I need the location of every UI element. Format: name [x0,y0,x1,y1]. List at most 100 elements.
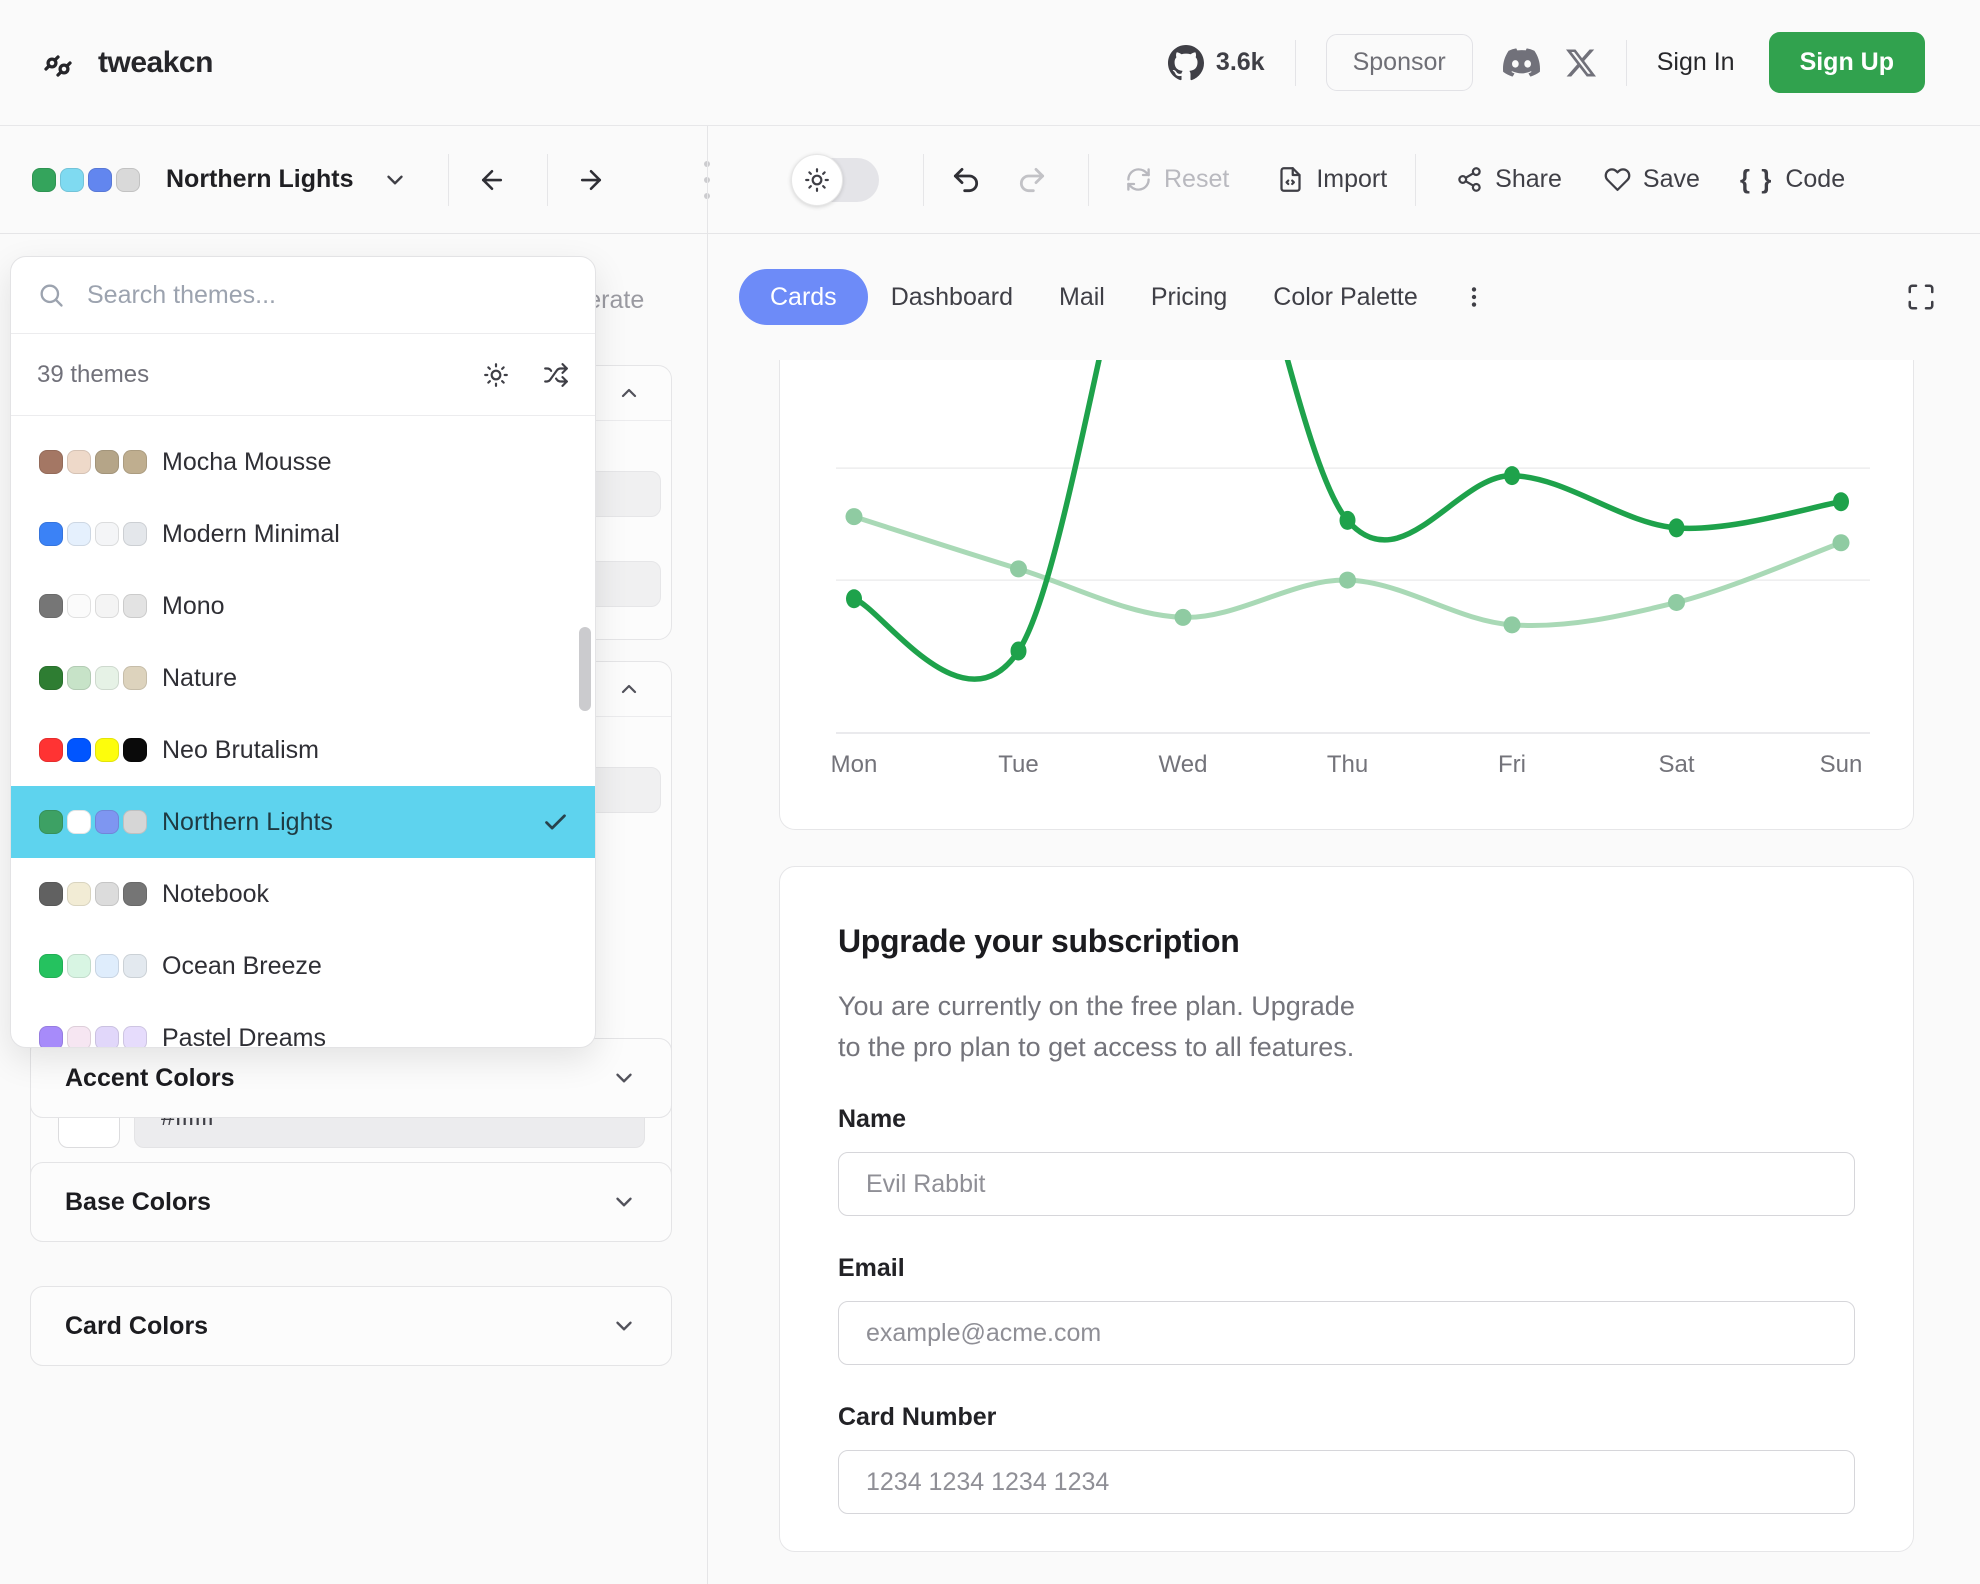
section-card-colors[interactable]: Card Colors [30,1286,672,1366]
redo-button[interactable] [1016,164,1048,196]
random-theme-button[interactable] [543,362,569,388]
x-twitter-button[interactable] [1566,48,1596,78]
upgrade-title: Upgrade your subscription [838,923,1855,960]
previous-theme-button[interactable] [477,165,507,195]
theme-option-label: Mocha Mousse [162,448,332,477]
upgrade-description: You are currently on the free plan. Upgr… [838,986,1855,1067]
theme-color-dot [32,168,56,192]
brand-logo[interactable]: tweakcn [40,45,213,81]
section-title: Base Colors [65,1188,211,1217]
theme-option-label: Ocean Breeze [162,952,322,981]
field-input-email[interactable] [838,1301,1855,1365]
theme-color-dot [60,168,84,192]
heart-icon [1604,166,1631,193]
upgrade-subscription-card: Upgrade your subscription You are curren… [779,866,1914,1552]
tab-color-palette[interactable]: Color Palette [1250,269,1441,325]
theme-selector-label[interactable]: Northern Lights [166,165,354,194]
header-separator [1626,40,1627,86]
next-theme-button[interactable] [576,165,606,195]
toolbar-separator [1088,154,1089,206]
search-icon [37,281,65,309]
theme-swatches [39,522,147,546]
braces-icon: { } [1740,164,1773,195]
arrow-right-icon [576,165,606,195]
theme-swatches [39,954,147,978]
theme-color-dot [88,168,112,192]
sign-in-button[interactable]: Sign In [1657,48,1735,77]
field-label-name: Name [838,1105,1855,1134]
theme-option-label: Northern Lights [162,808,333,837]
github-star-count: 3.6k [1216,48,1265,77]
chevron-down-icon [611,1313,637,1339]
theme-color-dot [67,450,91,474]
chevron-down-icon [611,1065,637,1091]
preview-panel: CardsDashboardMailPricingColor Palette M… [707,234,1980,1584]
section-accent-colors[interactable]: Accent Colors [30,1038,672,1118]
discord-button[interactable] [1503,44,1540,81]
reset-button[interactable]: Reset [1125,165,1229,194]
theme-color-dot [67,666,91,690]
tab-cards[interactable]: Cards [739,269,868,325]
theme-color-dot [67,882,91,906]
arrow-left-icon [477,165,507,195]
share-icon [1456,166,1483,193]
collapse-section-button[interactable] [617,381,641,405]
more-tabs-button[interactable] [1441,269,1507,325]
dots-vertical-icon [1461,284,1487,310]
svg-text:Tue: Tue [998,751,1038,778]
sponsor-button[interactable]: Sponsor [1326,34,1473,91]
theme-color-dot [39,810,63,834]
theme-option-neo-brutalism[interactable]: Neo Brutalism [11,714,595,786]
theme-option-modern-minimal[interactable]: Modern Minimal [11,498,595,570]
tab-mail[interactable]: Mail [1036,269,1128,325]
theme-option-mono[interactable]: Mono [11,570,595,642]
file-code-icon [1277,166,1304,193]
current-theme-swatches [32,168,140,192]
theme-swatches [39,666,147,690]
code-button[interactable]: { } Code [1740,164,1845,195]
theme-count: 39 themes [37,361,149,389]
tab-dashboard[interactable]: Dashboard [868,269,1036,325]
tab-pricing[interactable]: Pricing [1128,269,1250,325]
theme-swatches [39,882,147,906]
theme-color-dot [123,594,147,618]
toolbar-separator [1415,154,1416,206]
theme-color-dot [95,522,119,546]
section-base-colors[interactable]: Base Colors [30,1162,672,1242]
field-input-card-number[interactable] [838,1450,1855,1514]
theme-option-pastel-dreams[interactable]: Pastel Dreams [11,1002,595,1048]
theme-option-notebook[interactable]: Notebook [11,858,595,930]
undo-icon [950,164,982,196]
github-stars-link[interactable]: 3.6k [1168,45,1265,81]
theme-color-dot [67,954,91,978]
field-input-name[interactable] [838,1152,1855,1216]
theme-option-northern-lights[interactable]: Northern Lights [11,786,595,858]
toolbar-separator [923,154,924,206]
theme-option-label: Nature [162,664,237,693]
undo-button[interactable] [950,164,982,196]
light-dark-mode-toggle[interactable] [795,158,879,202]
theme-color-dot [95,954,119,978]
import-button[interactable]: Import [1277,165,1387,194]
theme-option-label: Modern Minimal [162,520,340,549]
theme-option-nature[interactable]: Nature [11,642,595,714]
theme-color-dot [39,522,63,546]
theme-option-ocean-breeze[interactable]: Ocean Breeze [11,930,595,1002]
theme-color-dot [95,810,119,834]
theme-color-dot [39,666,63,690]
svg-text:Fri: Fri [1498,751,1526,778]
theme-selector-chevron[interactable] [382,167,408,193]
theme-option-mocha-mousse[interactable]: Mocha Mousse [11,426,595,498]
collapse-section-button[interactable] [617,677,641,701]
search-themes-input[interactable] [87,281,569,310]
share-button[interactable]: Share [1456,165,1562,194]
theme-color-dot [95,450,119,474]
sign-up-button[interactable]: Sign Up [1769,32,1925,93]
save-button[interactable]: Save [1604,165,1700,194]
fullscreen-button[interactable] [1906,282,1936,312]
dropdown-scrollbar-thumb[interactable] [579,627,591,711]
theme-swatches [39,1026,147,1048]
theme-color-dot [67,522,91,546]
theme-color-dot [67,810,91,834]
light-mode-filter-button[interactable] [483,362,509,388]
